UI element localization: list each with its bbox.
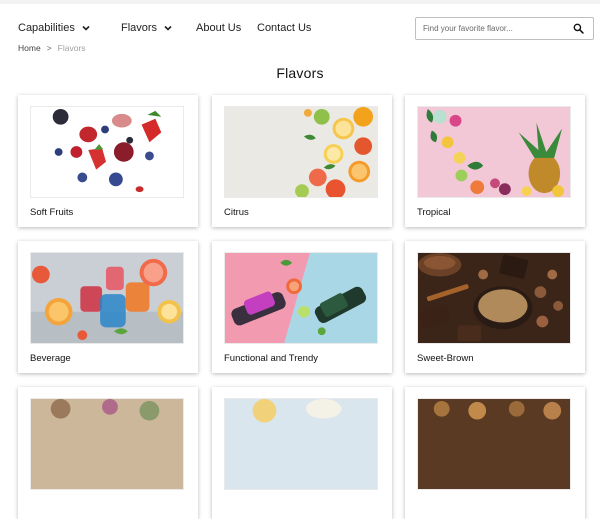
search-box xyxy=(415,17,594,40)
soft-fruits-image xyxy=(30,106,184,198)
tropical-image xyxy=(417,106,571,198)
flavor-card-image xyxy=(224,398,378,490)
card-label: Beverage xyxy=(30,353,71,364)
breadcrumb-home[interactable]: Home xyxy=(18,43,41,53)
chevron-down-icon xyxy=(82,25,90,31)
top-border xyxy=(0,0,600,4)
card-label: Citrus xyxy=(224,207,249,218)
nav-capabilities-label: Capabilities xyxy=(18,22,75,34)
nav-capabilities[interactable]: Capabilities xyxy=(18,22,91,34)
beverage-image xyxy=(30,252,184,344)
flavor-card-soft-fruits[interactable]: Soft Fruits xyxy=(18,95,198,227)
flavor-card-beverage[interactable]: Beverage xyxy=(18,241,198,373)
card-label: Tropical xyxy=(417,207,451,218)
breadcrumb: Home > Flavors xyxy=(18,43,86,53)
nav-flavors-label: Flavors xyxy=(121,22,158,34)
flavor-card-functional-and-trendy[interactable]: Functional and Trendy xyxy=(212,241,392,373)
flavor-card[interactable] xyxy=(212,387,392,519)
breadcrumb-current: Flavors xyxy=(57,43,86,53)
flavor-card-image xyxy=(417,398,571,490)
flavor-card[interactable] xyxy=(18,387,198,519)
nav-flavors[interactable]: Flavors xyxy=(121,22,173,34)
nav-contact[interactable]: Contact Us xyxy=(257,22,311,34)
card-label: Soft Fruits xyxy=(30,207,74,218)
search-input[interactable] xyxy=(416,23,575,34)
nav-contact-label: Contact Us xyxy=(257,22,312,34)
citrus-image xyxy=(224,106,378,198)
flavor-card-citrus[interactable]: Citrus xyxy=(212,95,392,227)
nav-about[interactable]: About Us xyxy=(196,22,241,34)
chevron-down-icon xyxy=(164,25,172,31)
flavor-card[interactable] xyxy=(405,387,585,519)
search-icon[interactable] xyxy=(573,23,584,34)
flavor-card-tropical[interactable]: Tropical xyxy=(405,95,585,227)
flavor-card-sweet-brown[interactable]: Sweet-Brown xyxy=(405,241,585,373)
sweet-brown-image xyxy=(417,252,571,344)
card-label: Functional and Trendy xyxy=(224,353,319,364)
card-label: Sweet-Brown xyxy=(417,353,474,364)
nav-about-label: About Us xyxy=(196,22,242,34)
breadcrumb-separator: > xyxy=(46,43,52,53)
page-title: Flavors xyxy=(276,65,324,81)
flavor-card-image xyxy=(30,398,184,490)
functional-and-trendy-image xyxy=(224,252,378,344)
